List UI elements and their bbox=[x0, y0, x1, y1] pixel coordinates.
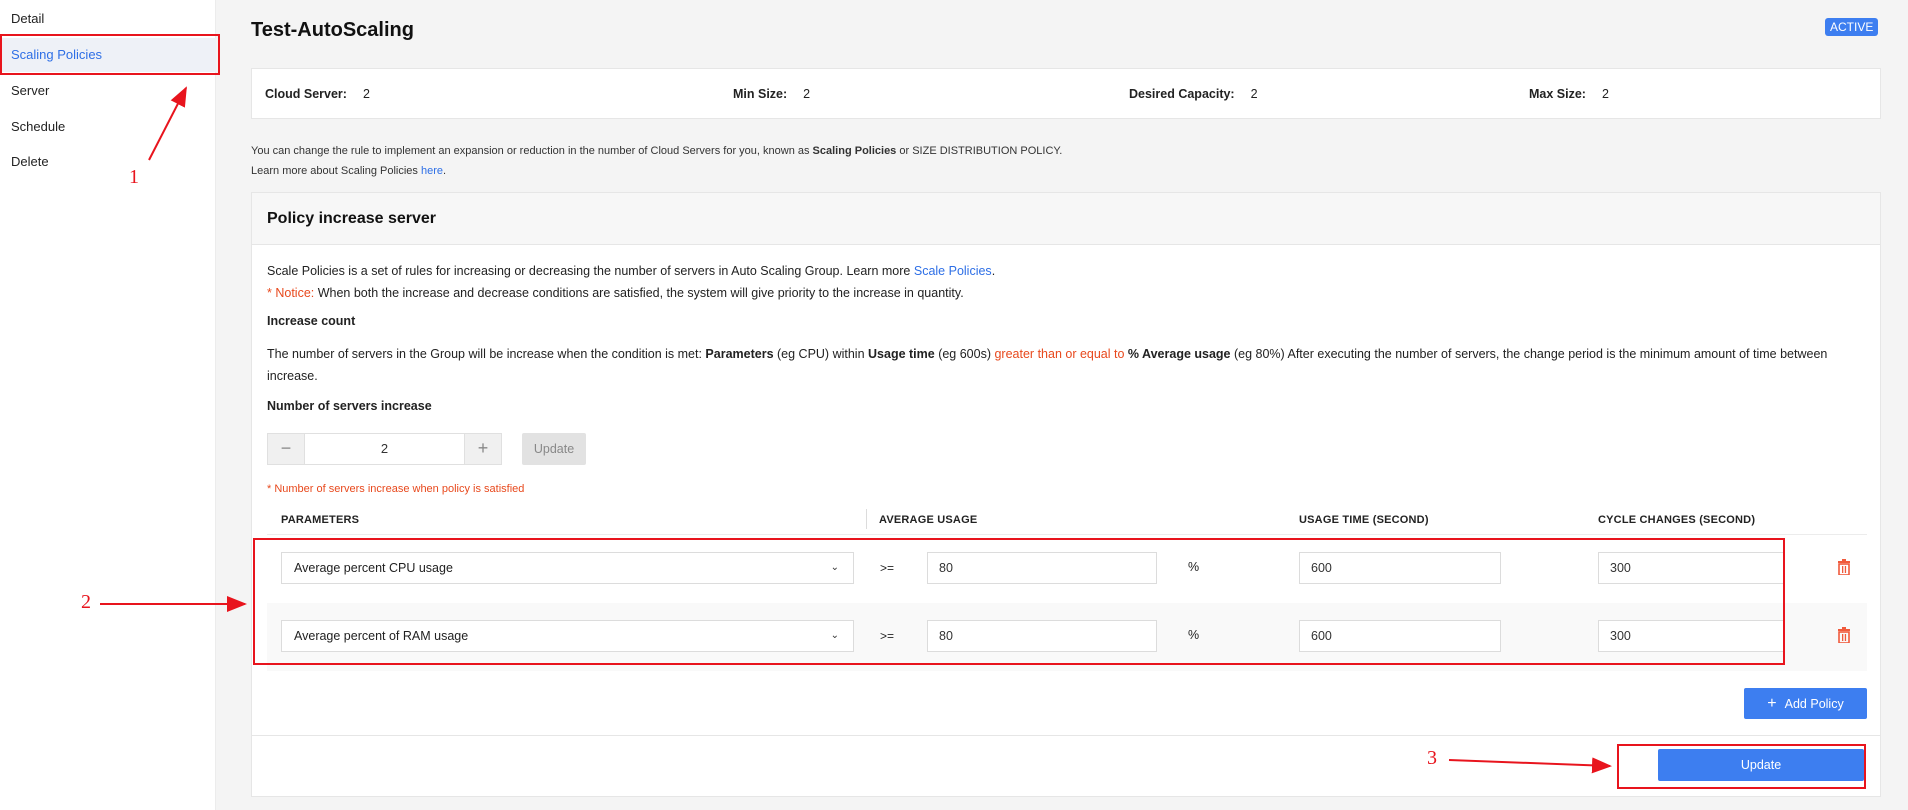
servers-increase-label: Number of servers increase bbox=[267, 399, 432, 413]
sidebar-item-server[interactable]: Server bbox=[0, 74, 216, 108]
sidebar: Detail Scaling Policies Server Schedule … bbox=[0, 0, 216, 810]
column-divider bbox=[866, 509, 867, 529]
increase-count-label: Increase count bbox=[267, 314, 356, 328]
rule-part: (eg 600s) bbox=[934, 347, 995, 361]
summary-value: 2 bbox=[1250, 87, 1258, 101]
summary-label: Desired Capacity: bbox=[1129, 87, 1235, 101]
rule-bold: Parameters bbox=[705, 347, 774, 361]
annotation-box-1 bbox=[0, 34, 220, 75]
summary-desired-capacity: Desired Capacity: 2 bbox=[1129, 87, 1258, 101]
rule-part: (eg 80%) After executing the number of s… bbox=[1230, 347, 1828, 361]
page-title: Test-AutoScaling bbox=[251, 19, 414, 41]
notice-label: * Notice: bbox=[267, 286, 315, 300]
desc-text: . bbox=[991, 264, 996, 278]
summary-value: 2 bbox=[1601, 87, 1609, 101]
rule-bold: % Average usage bbox=[1124, 347, 1231, 361]
plus-icon: + bbox=[1767, 694, 1777, 712]
summary-card: Cloud Server: 2 Min Size: 2 Desired Capaci… bbox=[251, 68, 1881, 119]
rule-part: The number of servers in the Group will … bbox=[267, 347, 706, 361]
stepper-value[interactable]: 2 bbox=[304, 434, 465, 464]
policy-notice: * Notice: When both the increase and dec… bbox=[267, 282, 964, 304]
summary-label: Max Size: bbox=[1529, 87, 1586, 101]
decrement-button[interactable]: − bbox=[268, 434, 304, 464]
summary-cloud-server: Cloud Server: 2 bbox=[265, 87, 370, 101]
servers-increase-stepper: − 2 + bbox=[267, 433, 502, 465]
column-parameters: PARAMETERS bbox=[281, 514, 360, 526]
summary-max-size: Max Size: 2 bbox=[1529, 87, 1609, 101]
policy-description: Scale Policies is a set of rules for inc… bbox=[267, 260, 995, 282]
notice-text: When both the increase and decrease cond… bbox=[314, 286, 964, 300]
sidebar-item-detail[interactable]: Detail bbox=[0, 2, 216, 36]
policy-card: Policy increase server Scale Policies is… bbox=[251, 192, 1881, 797]
trash-icon[interactable] bbox=[1837, 559, 1851, 575]
add-policy-button[interactable]: + Add Policy bbox=[1744, 688, 1867, 719]
increment-button[interactable]: + bbox=[465, 434, 501, 464]
column-cycle-changes: CYCLE CHANGES (SECOND) bbox=[1598, 514, 1756, 526]
policy-table-header: PARAMETERS AVERAGE USAGE USAGE TIME (SEC… bbox=[267, 505, 1867, 535]
servers-increase-hint: * Number of servers increase when policy… bbox=[267, 483, 525, 495]
desc-text: Scale Policies is a set of rules for inc… bbox=[267, 264, 914, 278]
summary-label: Min Size: bbox=[733, 87, 788, 101]
intro-text-part: . bbox=[443, 165, 447, 177]
intro-text-part: You can change the rule to implement an … bbox=[251, 145, 813, 157]
annotation-label-1: 1 bbox=[129, 166, 139, 188]
main-content: Test-AutoScaling ACTIVE Cloud Server: 2 M… bbox=[216, 0, 1908, 810]
rule-part: (eg CPU) within bbox=[773, 347, 869, 361]
rule-text-cont: increase. bbox=[267, 369, 318, 383]
update-count-button[interactable]: Update bbox=[522, 433, 586, 465]
rule-red: greater than or equal to bbox=[994, 347, 1125, 361]
intro-text-part: or SIZE DISTRIBUTION POLICY. bbox=[896, 145, 1063, 157]
annotation-label-2: 2 bbox=[81, 591, 91, 613]
intro-line-1: You can change the rule to implement an … bbox=[251, 141, 1062, 161]
rule-bold: Usage time bbox=[868, 347, 935, 361]
summary-value: 2 bbox=[362, 87, 370, 101]
sidebar-item-schedule[interactable]: Schedule bbox=[0, 110, 216, 144]
column-usage-time: USAGE TIME (SECOND) bbox=[1299, 514, 1429, 526]
scale-policies-link[interactable]: Scale Policies bbox=[914, 264, 992, 278]
intro-bold: Scaling Policies bbox=[812, 145, 897, 157]
annotation-box-2 bbox=[253, 538, 1785, 665]
annotation-box-3 bbox=[1617, 744, 1866, 789]
divider bbox=[252, 735, 1880, 736]
status-badge: ACTIVE bbox=[1825, 18, 1879, 36]
intro-line-2: Learn more about Scaling Policies here. bbox=[251, 161, 1062, 181]
column-average-usage: AVERAGE USAGE bbox=[879, 514, 978, 526]
summary-label: Cloud Server: bbox=[265, 87, 347, 101]
intro-text-part: Learn more about Scaling Policies bbox=[251, 165, 421, 177]
summary-value: 2 bbox=[803, 87, 811, 101]
sidebar-item-delete[interactable]: Delete bbox=[0, 145, 216, 179]
intro-text: You can change the rule to implement an … bbox=[251, 141, 1062, 181]
add-policy-label: Add Policy bbox=[1784, 696, 1844, 711]
summary-min-size: Min Size: 2 bbox=[733, 87, 810, 101]
here-link[interactable]: here bbox=[421, 165, 443, 177]
trash-icon[interactable] bbox=[1837, 627, 1851, 643]
rule-text: The number of servers in the Group will … bbox=[267, 343, 1827, 365]
policy-title: Policy increase server bbox=[267, 210, 437, 227]
policy-header: Policy increase server bbox=[252, 193, 1880, 245]
annotation-label-3: 3 bbox=[1427, 747, 1437, 769]
